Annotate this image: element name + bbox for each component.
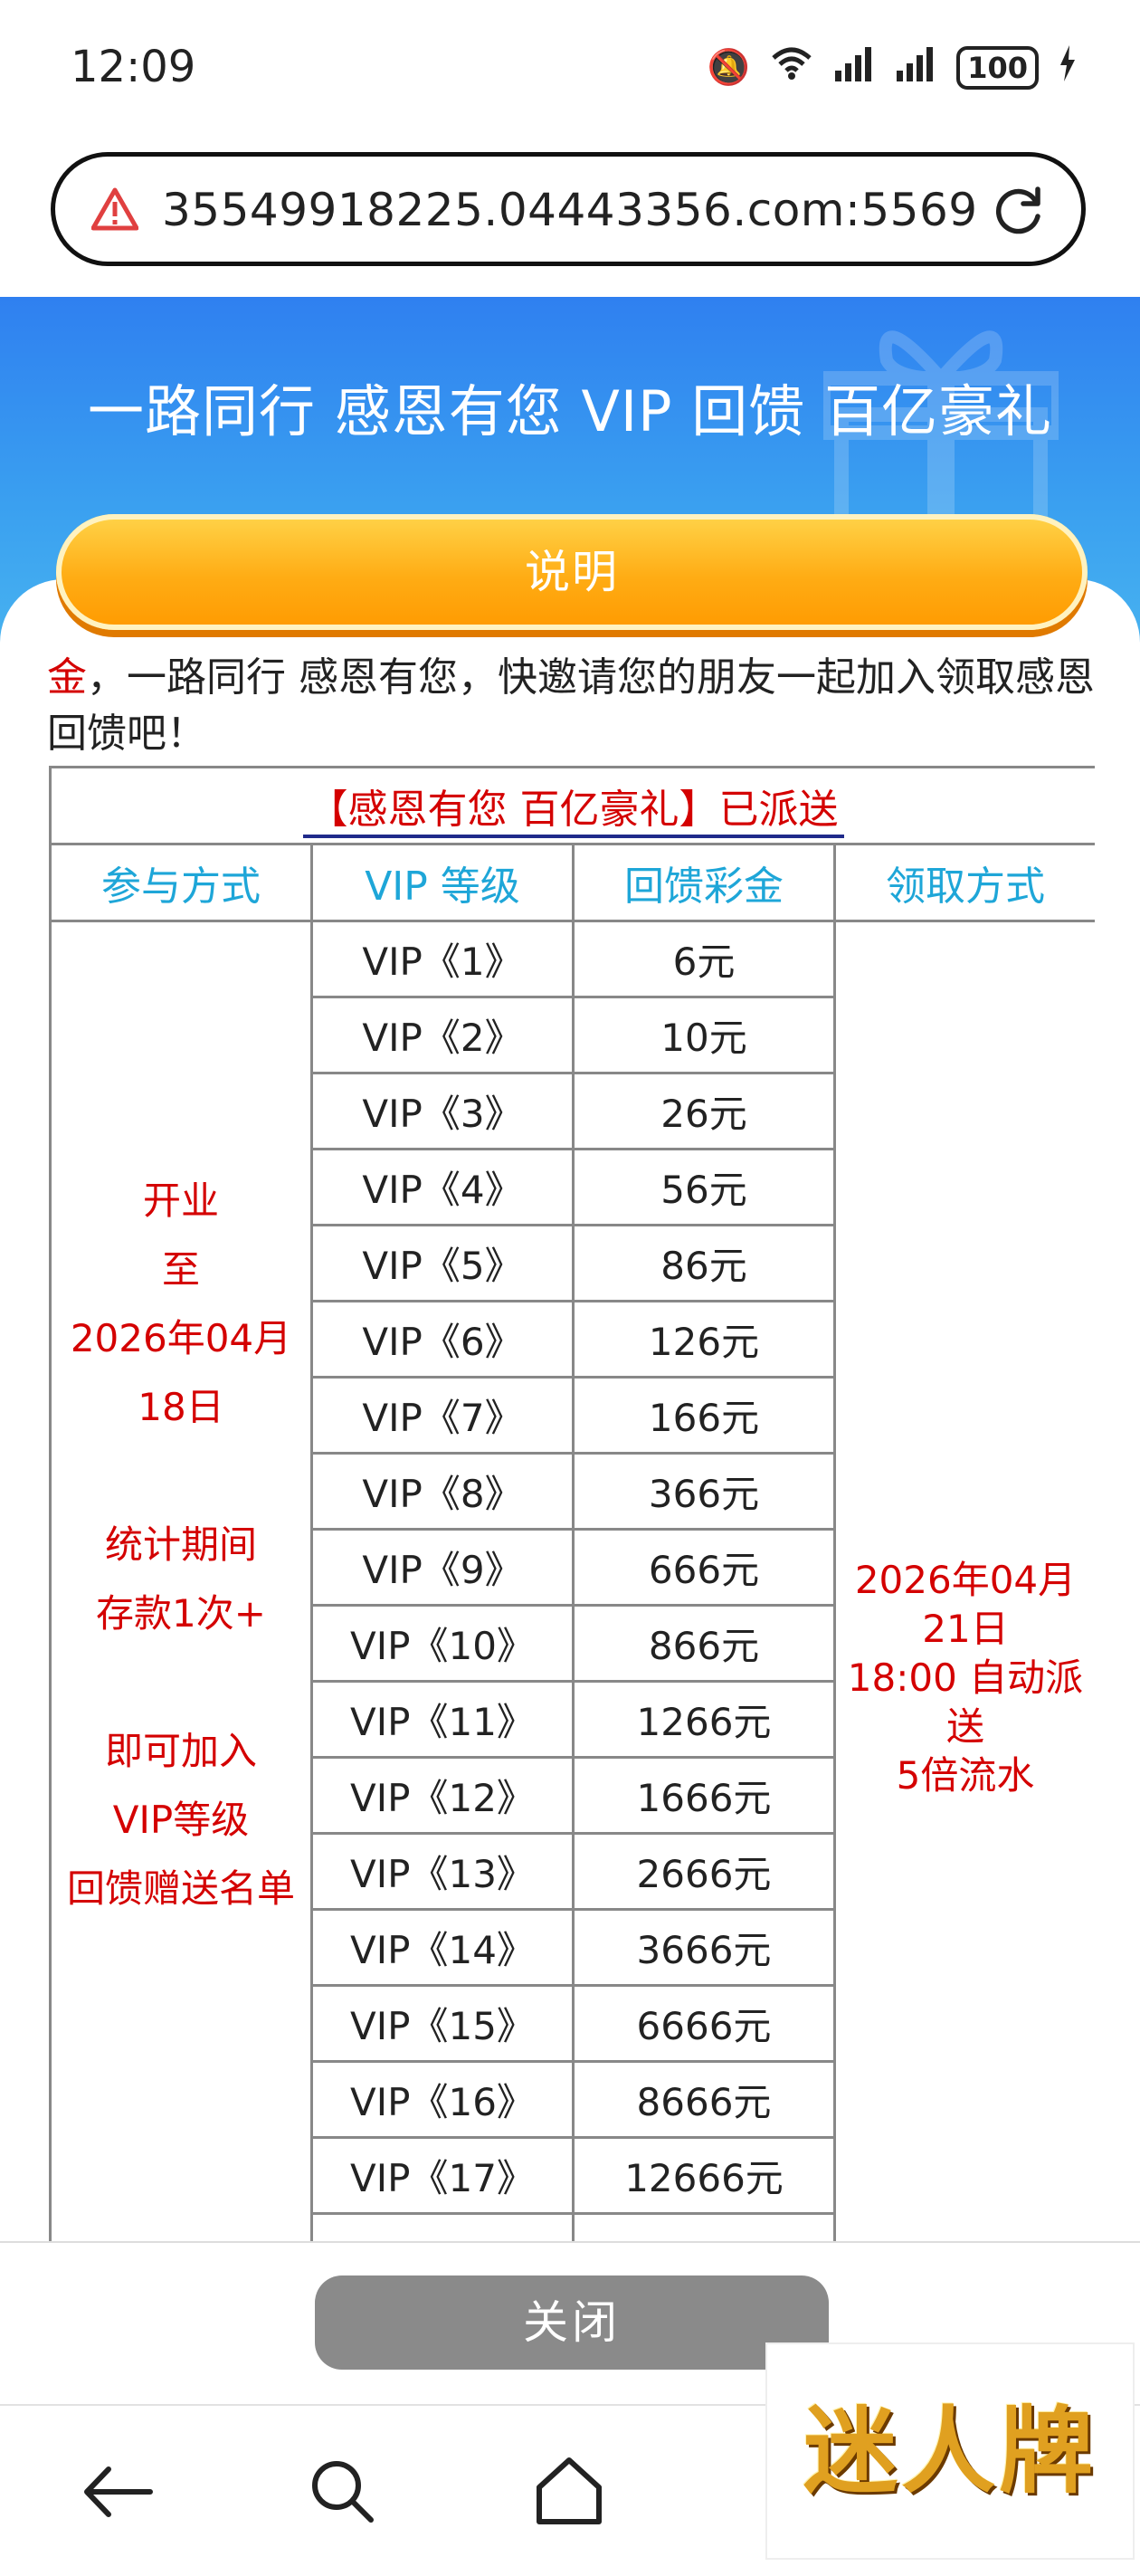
reward-amount-cell: 1266元 xyxy=(572,1680,836,1759)
back-arrow-icon[interactable] xyxy=(81,2460,154,2524)
vip-level-cell: VIP《17》 xyxy=(310,2136,575,2215)
reward-amount-cell: 8666元 xyxy=(572,2060,836,2139)
vip-level-cell xyxy=(310,2212,575,2241)
signal-icon-1 xyxy=(833,45,875,90)
participation-line: 存款1次+ xyxy=(96,1591,266,1636)
claim-line: 5倍流水 xyxy=(896,1753,1035,1798)
address-bar[interactable]: 35549918225.04443356.com:5569 xyxy=(51,152,1086,266)
charging-bolt-icon xyxy=(1059,45,1077,90)
intro-text: 金，一路同行 感恩有您，快邀请您的朋友一起加入领取感恩回馈吧！ xyxy=(47,650,1106,762)
reward-amount-cell: 126元 xyxy=(572,1300,836,1379)
reward-amount-cell: 6元 xyxy=(572,920,836,998)
participation-line: 即可加入 xyxy=(104,1729,257,1773)
reload-icon[interactable] xyxy=(991,182,1047,238)
warning-triangle-icon xyxy=(91,187,138,231)
reward-amount-cell: 866元 xyxy=(572,1604,836,1683)
reward-amount-cell: 86元 xyxy=(572,1224,836,1302)
status-icons: 🔕 100 xyxy=(708,45,1077,90)
vip-level-cell: VIP《9》 xyxy=(310,1528,575,1607)
vip-reward-table: 【感恩有您 百亿豪礼】已派送 参与方式 VIP 等级 回馈彩金 领取方式 开业至… xyxy=(49,766,1095,2241)
signal-icon-2 xyxy=(895,45,936,90)
watermark-text: 迷人牌 xyxy=(803,2395,1097,2506)
vip-level-cell: VIP《10》 xyxy=(310,1604,575,1683)
reward-amount-cell xyxy=(572,2212,836,2241)
banner-title: 一路同行 感恩有您 VIP 回馈 百亿豪礼 xyxy=(88,378,1052,444)
participation-line: 2026年04月 xyxy=(70,1316,292,1360)
reward-amount-cell: 366元 xyxy=(572,1452,836,1531)
participation-line: 至 xyxy=(161,1247,200,1292)
table-row: 开业至 2026年04月 18日 统计期间存款1次+ 即可加入 VIP等级回馈赠送名单… xyxy=(49,920,1095,2241)
reward-amount-cell: 10元 xyxy=(572,996,836,1074)
vip-level-cell: VIP《14》 xyxy=(310,1908,575,1987)
participation-line: 开业 xyxy=(142,1178,219,1223)
claim-line: 18:00 自动派 xyxy=(847,1655,1084,1700)
home-icon[interactable] xyxy=(532,2453,606,2527)
participation-line xyxy=(52,1648,310,1717)
participation-line: VIP等级 xyxy=(112,1798,250,1842)
participation-cell: 开业至 2026年04月 18日 统计期间存款1次+ 即可加入 VIP等级回馈赠送名单 xyxy=(49,920,313,2241)
vip-level-cell: VIP《12》 xyxy=(310,1756,575,1835)
reward-amount-cell: 2666元 xyxy=(572,1832,836,1911)
reward-amount-cell: 1666元 xyxy=(572,1756,836,1835)
reward-amount-cell: 3666元 xyxy=(572,1908,836,1987)
vip-level-cell: VIP《4》 xyxy=(310,1148,575,1226)
participation-line: 回馈赠送名单 xyxy=(66,1866,295,1911)
explain-button[interactable]: 说明 xyxy=(56,514,1088,630)
close-button[interactable]: 关闭 xyxy=(315,2275,829,2370)
vip-level-cell: VIP《6》 xyxy=(310,1300,575,1379)
watermark-logo: 迷人牌 xyxy=(765,2342,1135,2560)
header-participation: 参与方式 xyxy=(49,843,313,922)
reward-amount-cell: 12666元 xyxy=(572,2136,836,2215)
reward-amount-cell: 166元 xyxy=(572,1376,836,1455)
status-bar: 12:09 🔕 100 xyxy=(0,0,1140,136)
vip-level-cell: VIP《5》 xyxy=(310,1224,575,1302)
intro-lead: 金 xyxy=(47,654,87,701)
header-claim-method: 领取方式 xyxy=(833,843,1095,922)
vip-level-cell: VIP《8》 xyxy=(310,1452,575,1531)
vip-level-cell: VIP《2》 xyxy=(310,996,575,1074)
vip-level-cell: VIP《7》 xyxy=(310,1376,575,1455)
claim-line: 送 xyxy=(945,1704,984,1749)
vip-level-cell: VIP《1》 xyxy=(310,920,575,998)
status-time: 12:09 xyxy=(71,42,196,92)
participation-line: 统计期间 xyxy=(104,1522,257,1567)
table-caption: 【感恩有您 百亿豪礼】已派送 xyxy=(49,766,1095,845)
wifi-icon xyxy=(770,45,813,90)
participation-line: 18日 xyxy=(138,1385,224,1429)
url-text[interactable]: 35549918225.04443356.com:5569 xyxy=(162,184,978,236)
mute-bell-icon: 🔕 xyxy=(707,47,751,87)
participation-line xyxy=(52,1442,310,1511)
vip-level-cell: VIP《3》 xyxy=(310,1072,575,1150)
vip-table-container[interactable]: 【感恩有您 百亿豪礼】已派送 参与方式 VIP 等级 回馈彩金 领取方式 开业至… xyxy=(49,766,1095,2241)
intro-body: ，一路同行 感恩有您，快邀请您的朋友一起加入领取感恩回馈吧！ xyxy=(47,654,1095,757)
reward-amount-cell: 6666元 xyxy=(572,1984,836,2063)
header-vip-level: VIP 等级 xyxy=(310,843,575,922)
vip-level-cell: VIP《11》 xyxy=(310,1680,575,1759)
reward-amount-cell: 56元 xyxy=(572,1148,836,1226)
reward-amount-cell: 666元 xyxy=(572,1528,836,1607)
search-icon[interactable] xyxy=(308,2457,376,2525)
vip-level-cell: VIP《13》 xyxy=(310,1832,575,1911)
reward-amount-cell: 26元 xyxy=(572,1072,836,1150)
battery-level: 100 xyxy=(956,45,1039,90)
vip-level-cell: VIP《16》 xyxy=(310,2060,575,2139)
header-reward-amount: 回馈彩金 xyxy=(572,843,836,922)
vip-level-cell: VIP《15》 xyxy=(310,1984,575,2063)
claim-line: 21日 xyxy=(922,1607,1009,1651)
claim-line: 2026年04月 xyxy=(854,1558,1077,1602)
claim-method-cell: 2026年04月 21日 18:00 自动派送 5倍流水 xyxy=(833,920,1095,2241)
